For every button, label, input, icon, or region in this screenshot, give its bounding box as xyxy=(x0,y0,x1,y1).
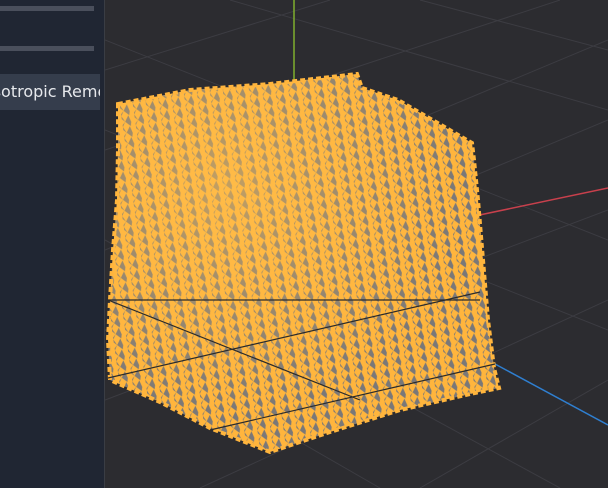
3d-viewport[interactable] xyxy=(105,0,608,488)
grid-line xyxy=(419,0,608,51)
grid-line xyxy=(105,0,331,71)
isotropic-remesh-button[interactable]: Isotropic Remesh xyxy=(0,74,100,110)
slider-track-1[interactable] xyxy=(0,6,94,11)
tool-panel: Isotropic Remesh xyxy=(0,0,105,488)
slider-track-2[interactable] xyxy=(0,46,94,51)
remeshed-cube-mesh[interactable] xyxy=(105,71,502,455)
